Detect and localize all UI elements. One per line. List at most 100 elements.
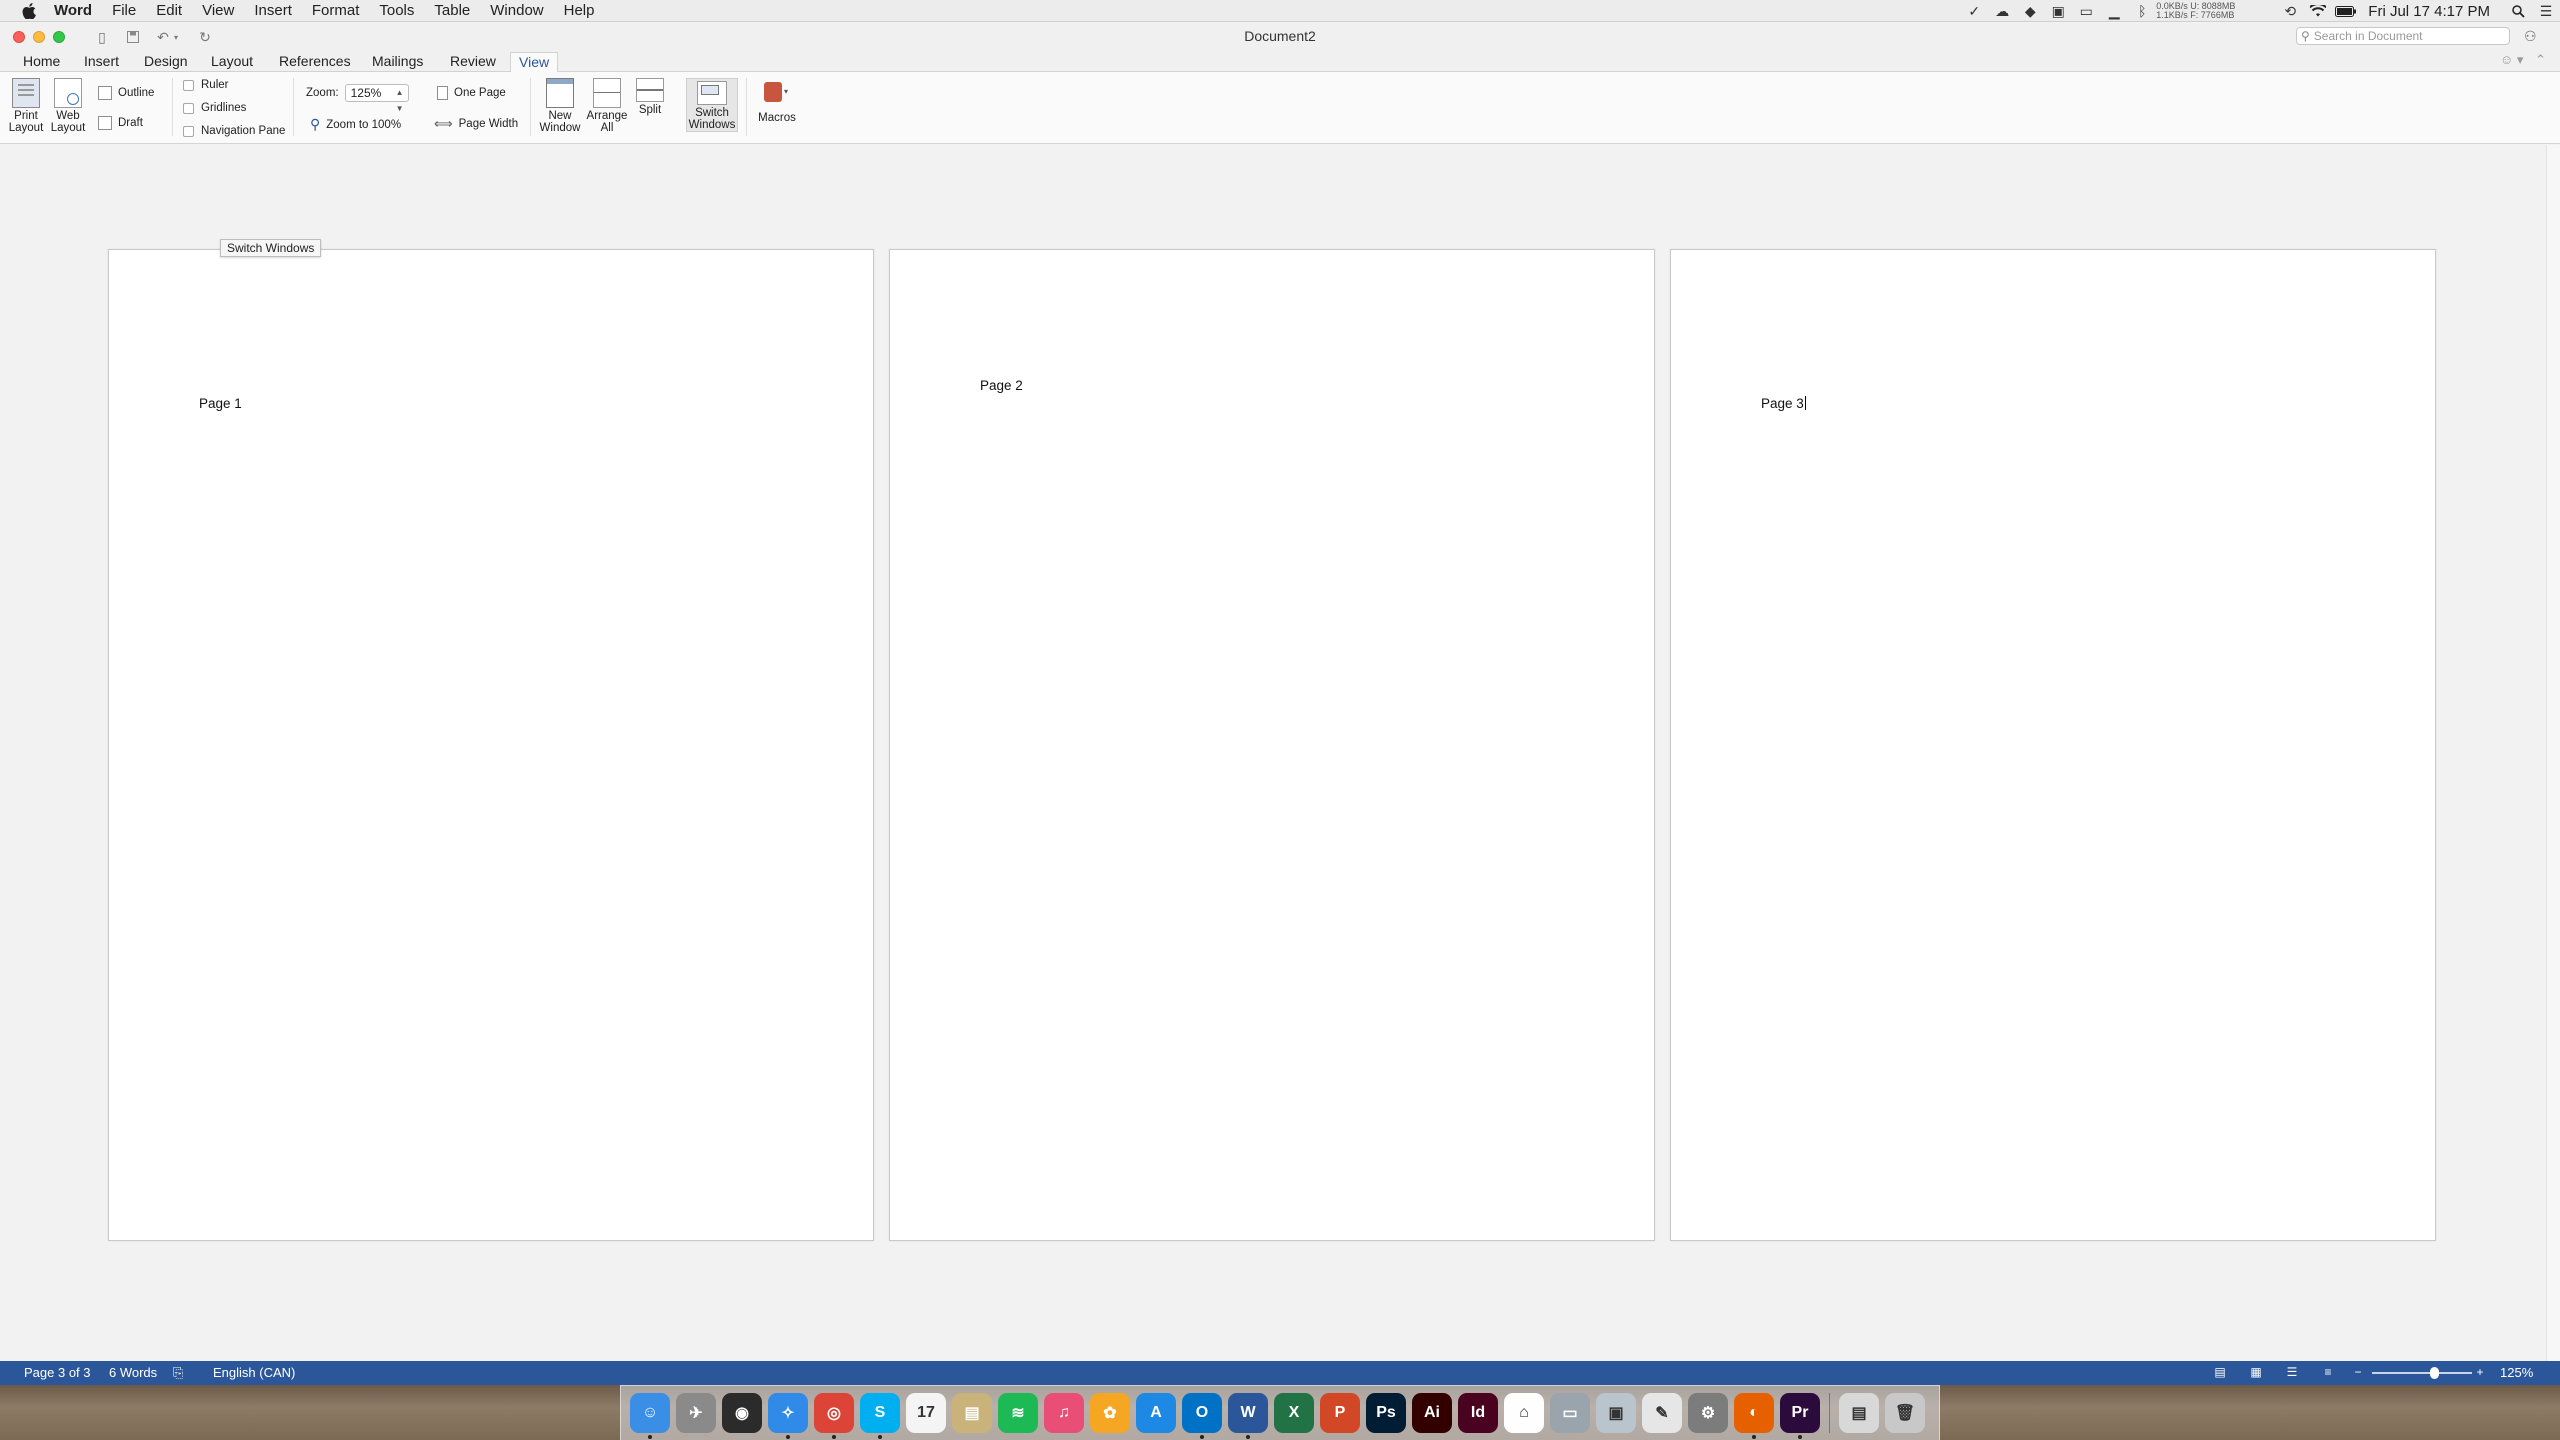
zoom-slider-thumb[interactable] <box>2430 1367 2439 1379</box>
new-window-button[interactable]: New Window <box>538 78 582 134</box>
web-layout-button[interactable]: Web Layout <box>48 78 88 134</box>
draft-button[interactable]: Draft <box>98 116 143 130</box>
dropbox-icon[interactable]: ◆ <box>2016 0 2044 22</box>
document-page-3[interactable]: Page 3 <box>1670 249 2436 1241</box>
page-width-button[interactable]: ⟺ Page Width <box>434 116 518 132</box>
battery-icon[interactable] <box>2332 0 2360 22</box>
one-page-button[interactable]: One Page <box>437 86 506 100</box>
dock-app-store-icon[interactable]: A <box>1136 1393 1176 1433</box>
ruler-checkbox[interactable]: Ruler <box>183 79 228 91</box>
print-layout-view-icon[interactable]: ▤ <box>2212 1365 2228 1379</box>
dock-launchpad-icon[interactable]: ✈ <box>676 1393 716 1433</box>
zoom-percent-status[interactable]: 125% <box>2500 1365 2533 1380</box>
navigation-pane-checkbox-box[interactable] <box>183 125 194 137</box>
dock-outlook-icon[interactable]: O <box>1182 1393 1222 1439</box>
tab-mailings[interactable]: Mailings <box>364 52 431 72</box>
tab-review[interactable]: Review <box>442 52 504 72</box>
outline-button[interactable]: Outline <box>98 86 154 100</box>
dock-excel-icon[interactable]: X <box>1274 1393 1314 1433</box>
time-machine-icon[interactable]: ⟲ <box>2276 0 2304 22</box>
wifi-icon[interactable] <box>2304 0 2332 22</box>
fullscreen-window-button[interactable] <box>53 31 65 43</box>
smiley-feedback-icon[interactable]: ☺ ▾ <box>2500 52 2523 67</box>
minimize-window-button[interactable] <box>33 31 45 43</box>
menu-insert[interactable]: Insert <box>244 0 302 22</box>
page-3-text-line[interactable]: Page 3 <box>1761 396 1806 411</box>
menu-view[interactable]: View <box>192 0 244 22</box>
gridlines-checkbox-box[interactable] <box>183 102 194 114</box>
dock-home-icon[interactable]: ⌂ <box>1504 1393 1544 1433</box>
dock-skype-icon[interactable]: S <box>860 1393 900 1439</box>
dock-premiere-icon[interactable]: Pr <box>1780 1393 1820 1439</box>
dock-textedit-icon[interactable]: ✎ <box>1642 1393 1682 1433</box>
tab-layout[interactable]: Layout <box>203 52 261 72</box>
dock-powerpoint-icon[interactable]: P <box>1320 1393 1360 1433</box>
dock-finder-icon[interactable]: ☺ <box>630 1393 670 1439</box>
dock-illustrator-icon[interactable]: Ai <box>1412 1393 1452 1433</box>
notification-center-icon[interactable]: ☰ <box>2532 0 2560 22</box>
app-status-icon[interactable]: ▣ <box>2044 0 2072 22</box>
dock-photos-icon[interactable]: ✿ <box>1090 1393 1130 1433</box>
menubar-clock[interactable]: Fri Jul 17 4:17 PM <box>2360 3 2504 20</box>
apple-menu-icon[interactable] <box>18 0 40 22</box>
dock-photoshop-icon[interactable]: Ps <box>1366 1393 1406 1433</box>
dock-calendar-icon[interactable]: 17 <box>906 1393 946 1433</box>
dock-documents-icon[interactable]: ▤ <box>1839 1393 1879 1433</box>
bluetooth-icon[interactable]: ᛒ <box>2128 0 2156 22</box>
switch-windows-button[interactable]: Switch Windows <box>686 78 738 132</box>
zoom-to-100-button[interactable]: ⚲ Zoom to 100% <box>310 116 401 133</box>
close-window-button[interactable] <box>13 31 25 43</box>
tab-home[interactable]: Home <box>15 52 68 72</box>
dock-itunes-icon[interactable]: ♫ <box>1044 1393 1084 1433</box>
sidebar-toggle-icon[interactable]: ▯ <box>91 28 113 46</box>
dock-safari-icon[interactable]: ✧ <box>768 1393 808 1439</box>
document-page-1[interactable]: Page 1 <box>108 249 874 1241</box>
word-count-status[interactable]: 6 Words <box>109 1365 157 1380</box>
arrange-all-button[interactable]: Arrange All <box>585 78 629 134</box>
web-layout-view-icon[interactable]: ▦ <box>2248 1365 2264 1379</box>
page-1-text[interactable]: Page 1 <box>199 396 242 411</box>
tab-references[interactable]: References <box>271 52 359 72</box>
save-icon[interactable] <box>122 28 144 46</box>
page-count-status[interactable]: Page 3 of 3 <box>24 1365 91 1380</box>
zoom-slider[interactable] <box>2372 1367 2472 1379</box>
menu-tools[interactable]: Tools <box>369 0 424 22</box>
navigation-pane-checkbox[interactable]: Navigation Pane <box>183 125 285 137</box>
vertical-scrollbar[interactable] <box>2546 145 2560 1361</box>
menu-format[interactable]: Format <box>302 0 370 22</box>
macros-button[interactable]: ▾ Macros <box>752 78 802 124</box>
zoom-in-icon[interactable]: + <box>2472 1365 2488 1379</box>
menu-edit[interactable]: Edit <box>146 0 192 22</box>
cloud-icon[interactable]: ☁ <box>1988 0 2016 22</box>
dock-notes-icon[interactable]: ▤ <box>952 1393 992 1433</box>
dock-firefox-icon[interactable]: ◐ <box>1734 1393 1774 1439</box>
spotlight-search-icon[interactable] <box>2504 0 2532 22</box>
dock-trash-icon[interactable]: 🗑 <box>1885 1393 1925 1433</box>
redo-icon[interactable]: ↻ <box>194 28 216 46</box>
undo-dropdown-icon[interactable]: ▾ <box>171 28 181 46</box>
outline-view-icon[interactable]: ☰ <box>2284 1365 2300 1379</box>
dock-mission-control-icon[interactable]: ◉ <box>722 1393 762 1433</box>
split-button[interactable]: Split <box>630 78 670 116</box>
menu-table[interactable]: Table <box>424 0 480 22</box>
menu-file[interactable]: File <box>102 0 146 22</box>
tab-design[interactable]: Design <box>136 52 196 72</box>
dock-word-icon[interactable]: W <box>1228 1393 1268 1439</box>
language-status[interactable]: English (CAN) <box>213 1365 295 1380</box>
page-2-text[interactable]: Page 2 <box>980 378 1023 393</box>
print-layout-button[interactable]: Print Layout <box>6 78 46 134</box>
tab-insert[interactable]: Insert <box>76 52 127 72</box>
proofing-icon[interactable]: ⎘ <box>173 1365 183 1381</box>
gridlines-checkbox[interactable]: Gridlines <box>183 102 246 114</box>
share-person-icon[interactable]: ⚇ <box>2524 28 2544 46</box>
dock-system-preferences-icon[interactable]: ⚙ <box>1688 1393 1728 1433</box>
dock-preview-icon[interactable]: ▣ <box>1596 1393 1636 1433</box>
document-page-2[interactable]: Page 2 <box>889 249 1655 1241</box>
checkmark-circle-icon[interactable]: ✓ <box>1960 0 1988 22</box>
menu-app-word[interactable]: Word <box>40 0 102 22</box>
menu-help[interactable]: Help <box>554 0 605 22</box>
airplay-icon[interactable]: ▭ <box>2072 0 2100 22</box>
draft-view-icon[interactable]: ≡ <box>2320 1365 2336 1379</box>
ruler-checkbox-box[interactable] <box>183 79 194 91</box>
menubar-blank-icon[interactable]: ▁ <box>2100 0 2128 22</box>
